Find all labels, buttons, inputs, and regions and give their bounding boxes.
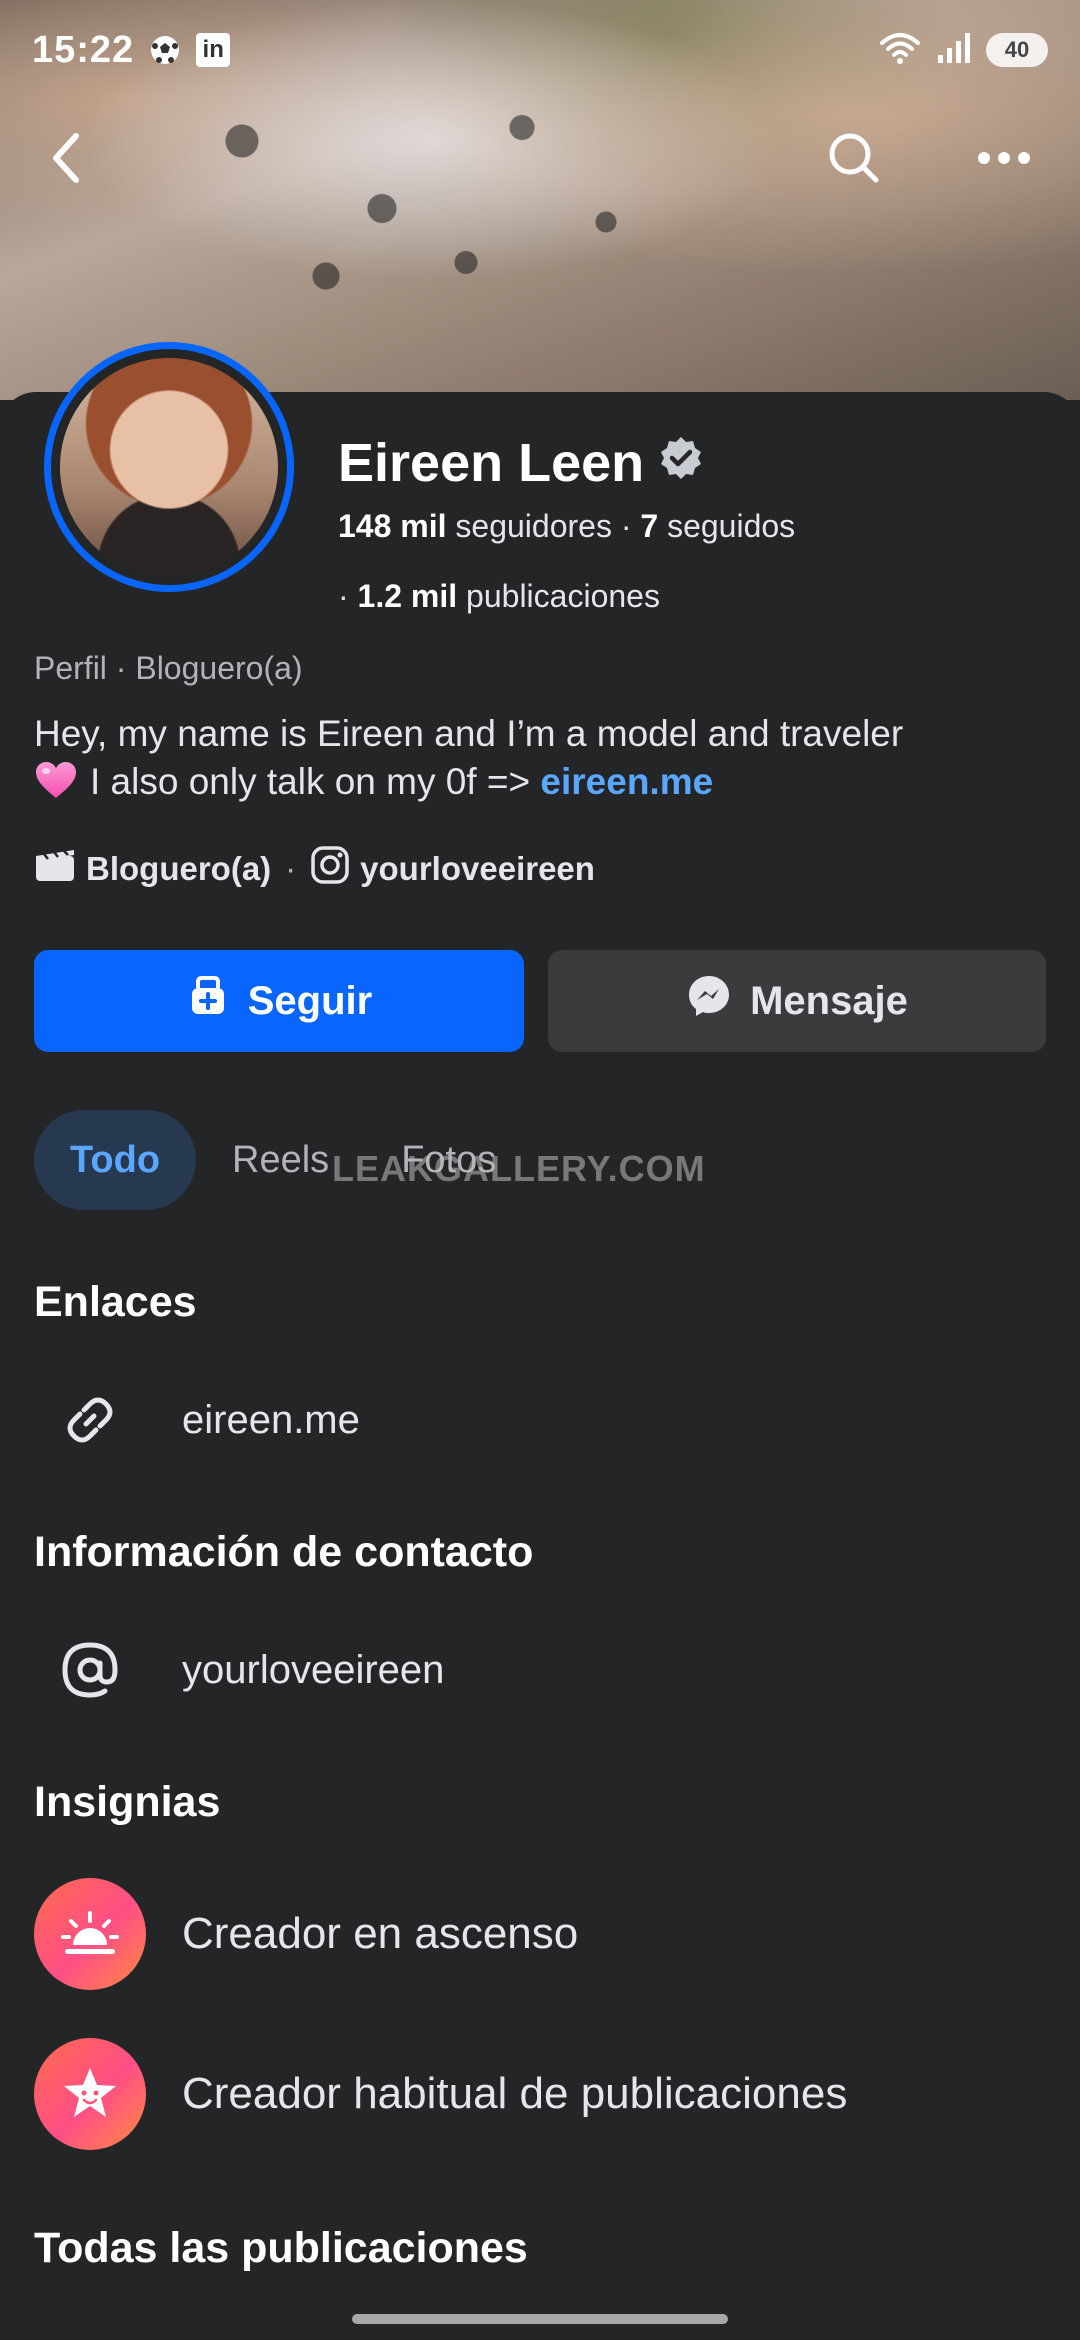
badge-label: Creador habitual de publicaciones xyxy=(182,2069,848,2118)
profile-bio: Hey, my name is Eireen and I’m a model a… xyxy=(34,710,1044,806)
followers-count: 148 mil xyxy=(338,508,447,544)
badges-section-title: Insignias xyxy=(34,1778,221,1826)
contact-value: yourloveeireen xyxy=(182,1647,445,1692)
back-arrow-icon xyxy=(46,130,86,191)
following-count: 7 xyxy=(640,508,659,544)
stats-separator: · xyxy=(620,508,632,544)
messenger-icon xyxy=(686,973,732,1029)
contact-row[interactable]: yourloveeireen xyxy=(34,1620,444,1720)
follow-button[interactable]: Seguir xyxy=(34,950,524,1052)
all-posts-section-title: Todas las publicaciones xyxy=(34,2224,528,2272)
avatar[interactable] xyxy=(60,358,278,576)
posts-label: publicaciones xyxy=(466,578,660,614)
tab-todo[interactable]: Todo xyxy=(34,1110,197,1210)
meta-separator: · xyxy=(285,850,297,887)
linkedin-icon: in xyxy=(196,33,231,67)
follow-icon xyxy=(186,974,230,1028)
wifi-icon xyxy=(878,31,922,70)
avatar-ring-gap xyxy=(51,349,287,585)
instagram-icon xyxy=(310,845,350,893)
cover-navigation xyxy=(0,120,1080,200)
back-button[interactable] xyxy=(26,120,106,200)
sunrise-badge-icon xyxy=(34,1878,146,1990)
search-button[interactable] xyxy=(814,120,894,200)
soccer-ball-icon xyxy=(148,33,182,67)
search-icon xyxy=(826,130,882,191)
home-indicator[interactable] xyxy=(352,2314,728,2324)
followers-label: seguidores xyxy=(455,508,612,544)
stats-separator: · xyxy=(338,578,349,614)
watermark: LEAKGALLERY.COM xyxy=(332,1148,706,1189)
contact-section-title: Información de contacto xyxy=(34,1528,534,1576)
badge-row-habitual-creator[interactable]: Creador habitual de publicaciones xyxy=(34,2038,847,2150)
message-button[interactable]: Mensaje xyxy=(548,950,1046,1052)
link-icon xyxy=(34,1370,146,1470)
bio-line-2-text: I also only talk on my 0f => xyxy=(90,761,541,802)
links-section-title: Enlaces xyxy=(34,1278,197,1326)
bio-line-2: I also only talk on my 0f => eireen.me xyxy=(34,758,1044,806)
more-options-icon xyxy=(976,150,1032,171)
star-face-badge-icon xyxy=(34,2038,146,2150)
signal-icon xyxy=(936,31,972,70)
profile-name-row: Eireen Leen xyxy=(338,432,704,494)
profile-name: Eireen Leen xyxy=(338,433,645,493)
status-time: 15:22 xyxy=(32,28,135,71)
meta-category: Bloguero(a) xyxy=(86,850,272,887)
link-row[interactable]: eireen.me xyxy=(34,1370,360,1470)
status-right: 40 xyxy=(878,31,1048,70)
bio-line-1: Hey, my name is Eireen and I’m a model a… xyxy=(34,713,904,754)
pink-heart-icon xyxy=(36,762,76,798)
more-options-button[interactable] xyxy=(964,120,1044,200)
profile-category: Perfil · Bloguero(a) xyxy=(34,650,303,686)
profile-meta-row: Bloguero(a) · yourloveeireen xyxy=(34,846,595,892)
follow-button-label: Seguir xyxy=(247,978,373,1023)
status-bar: 15:22 in 40 xyxy=(0,0,1080,100)
message-button-label: Mensaje xyxy=(750,978,908,1023)
bio-link[interactable]: eireen.me xyxy=(540,761,713,802)
badge-label: Creador en ascenso xyxy=(182,1909,579,1958)
following-label: seguidos xyxy=(667,508,796,544)
avatar-story-ring[interactable] xyxy=(44,342,294,592)
battery-icon: 40 xyxy=(986,33,1048,67)
meta-instagram[interactable]: yourloveeireen xyxy=(360,850,595,888)
status-left: 15:22 in xyxy=(32,28,231,72)
verified-badge-icon xyxy=(658,432,704,494)
followers-stats[interactable]: 148 mil seguidores · 7 seguidos xyxy=(338,508,795,545)
badge-row-rising-creator[interactable]: Creador en ascenso xyxy=(34,1878,578,1990)
posts-count: 1.2 mil xyxy=(357,578,458,614)
at-sign-icon xyxy=(34,1620,146,1720)
clapperboard-icon xyxy=(34,847,76,891)
posts-stats: · 1.2 mil publicaciones xyxy=(338,578,660,615)
link-value: eireen.me xyxy=(182,1397,360,1442)
